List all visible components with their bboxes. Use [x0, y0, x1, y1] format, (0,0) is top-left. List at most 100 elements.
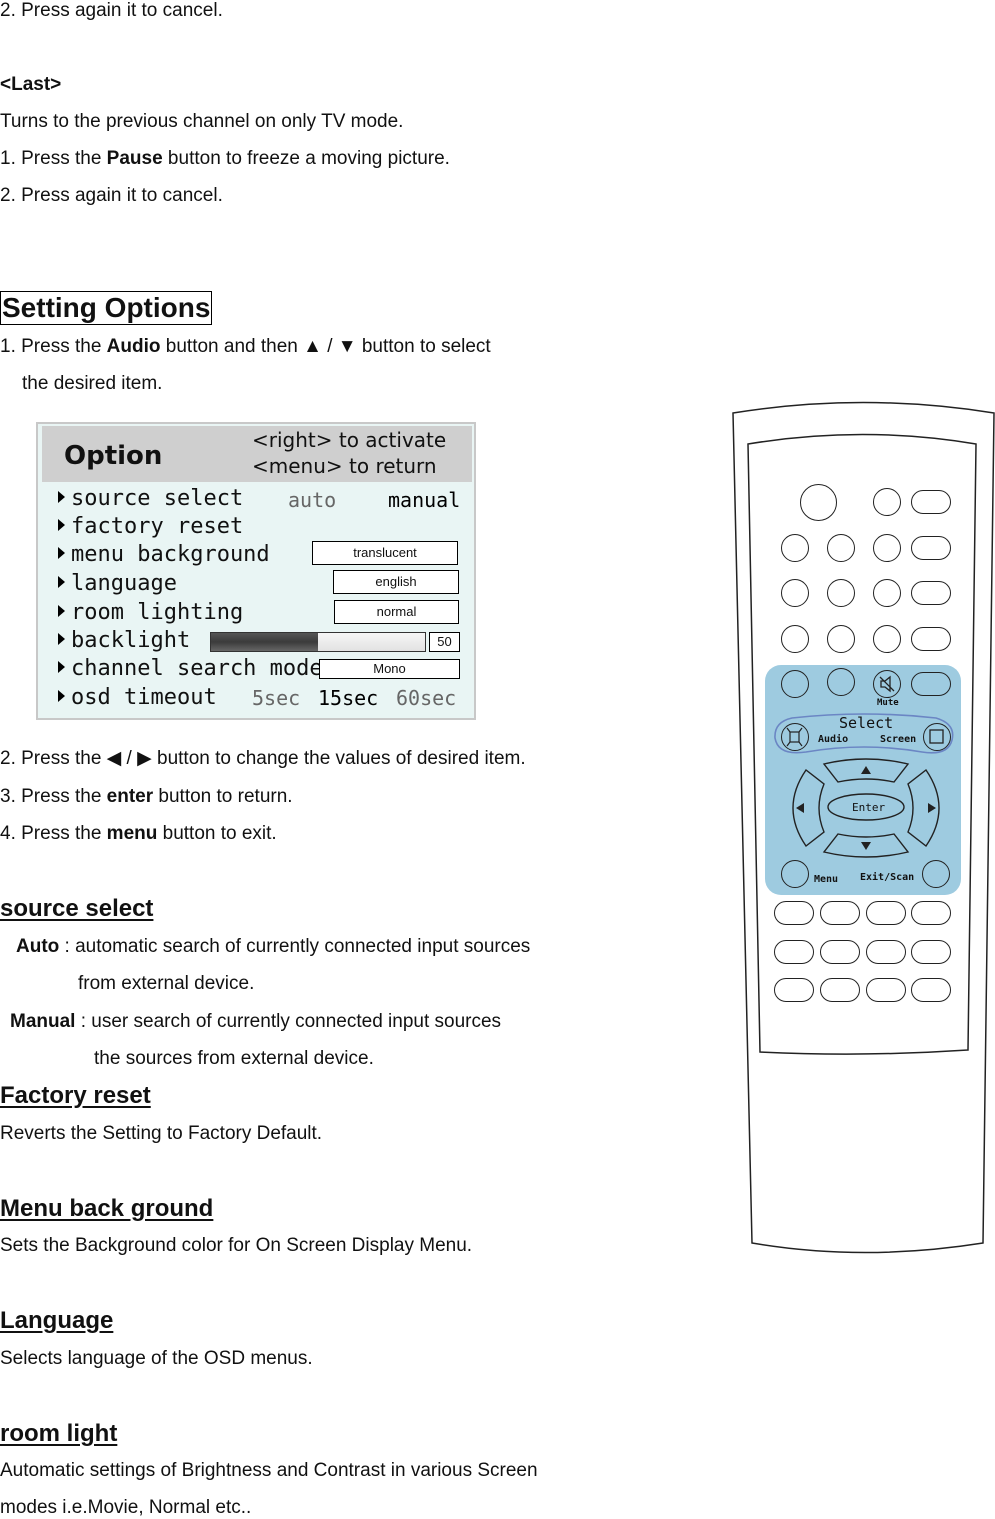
language-heading: Language: [0, 1307, 114, 1334]
remote-button[interactable]: [911, 627, 951, 651]
remote-button[interactable]: [781, 670, 809, 698]
osd-item-label: source select: [71, 486, 244, 511]
text: : user search of currently connected inp…: [75, 1011, 502, 1032]
arrow-right-icon: [58, 491, 65, 503]
osd-title: Option: [64, 441, 163, 471]
room-light-heading: room light: [0, 1420, 118, 1447]
step-1: 1. Press the Audio button and then ▲ / ▼…: [0, 336, 491, 358]
room-lighting-value[interactable]: normal: [334, 600, 459, 624]
remote-button[interactable]: [827, 534, 855, 562]
step-1-continued: the desired item.: [22, 373, 163, 394]
remote-button[interactable]: [911, 978, 951, 1002]
text: 4. Press the: [0, 823, 107, 844]
remote-button[interactable]: [774, 978, 814, 1002]
auto-description-cont: from external device.: [78, 973, 255, 994]
screen-button[interactable]: [923, 723, 951, 751]
remote-button[interactable]: [866, 901, 906, 925]
text: 1. Press the: [0, 336, 107, 357]
backlight-slider-fill: [211, 633, 318, 651]
text: button to freeze a moving picture.: [162, 148, 450, 169]
remote-button[interactable]: [911, 536, 951, 560]
remote-button[interactable]: [774, 901, 814, 925]
osd-item-room-lighting[interactable]: room lighting: [58, 600, 243, 626]
osd-option-auto[interactable]: auto: [288, 488, 336, 512]
up-arrow-icon: [861, 766, 871, 774]
osd-option-manual[interactable]: manual: [388, 488, 460, 512]
osd-option-15sec[interactable]: 15sec: [318, 686, 378, 710]
osd-option-60sec[interactable]: 60sec: [396, 686, 456, 710]
remote-button[interactable]: [781, 625, 809, 653]
factory-reset-description: Reverts the Setting to Factory Default.: [0, 1123, 323, 1144]
osd-header: Option <right> to activate <menu> to ret…: [42, 426, 472, 482]
power-button[interactable]: [800, 484, 837, 521]
manual-description: Manual : user search of currently connec…: [10, 1011, 501, 1033]
cancel-instruction-2: 2. Press again it to cancel.: [0, 185, 223, 206]
text: : automatic search of currently connecte…: [59, 936, 531, 957]
osd-item-menu-background[interactable]: menu background: [58, 542, 270, 568]
room-light-description-1: Automatic settings of Brightness and Con…: [0, 1460, 538, 1481]
setting-options-title: Setting Options: [0, 291, 213, 325]
osd-item-label: osd timeout: [71, 685, 217, 710]
remote-button[interactable]: [827, 668, 855, 696]
enter-keyword: enter: [106, 786, 154, 807]
remote-button[interactable]: [911, 581, 951, 605]
remote-button[interactable]: [873, 534, 901, 562]
osd-hint-activate: <right> to activate: [252, 428, 447, 452]
channel-search-value[interactable]: Mono: [319, 659, 460, 679]
osd-item-label: language: [71, 571, 177, 596]
remote-button[interactable]: [873, 625, 901, 653]
osd-item-language[interactable]: language: [58, 571, 177, 597]
last-heading: <Last>: [0, 74, 62, 95]
arrow-right-icon: [58, 605, 65, 617]
last-description: Turns to the previous channel on only TV…: [0, 111, 404, 132]
menu-button[interactable]: [781, 860, 809, 888]
menu-label: Menu: [814, 874, 839, 885]
osd-option-5sec[interactable]: 5sec: [252, 686, 300, 710]
backlight-slider[interactable]: [210, 632, 426, 652]
osd-item-backlight[interactable]: backlight: [58, 628, 190, 654]
remote-button[interactable]: [866, 978, 906, 1002]
audio-button[interactable]: [781, 723, 809, 751]
remote-button[interactable]: [873, 488, 901, 516]
osd-item-osd-timeout[interactable]: osd timeout: [58, 685, 217, 711]
remote-button[interactable]: [820, 901, 860, 925]
right-arrow-icon: [928, 803, 936, 813]
source-select-heading: source select: [0, 895, 154, 922]
osd-item-source-select[interactable]: source select: [58, 486, 243, 512]
screen-label: Screen: [880, 734, 917, 745]
remote-button[interactable]: [873, 579, 901, 607]
menu-background-value[interactable]: translucent: [312, 541, 458, 565]
step-3: 3. Press the enter button to return.: [0, 786, 293, 808]
speaker-icon: [786, 727, 803, 747]
remote-button[interactable]: [820, 940, 860, 964]
arrow-right-icon: [58, 519, 65, 531]
exit-scan-button[interactable]: [922, 860, 950, 888]
osd-item-channel-search-mode[interactable]: channel search mode: [58, 656, 323, 682]
remote-button[interactable]: [911, 940, 951, 964]
menu-background-heading: Menu back ground: [0, 1195, 214, 1222]
remote-button[interactable]: [781, 534, 809, 562]
osd-option-menu: Option <right> to activate <menu> to ret…: [36, 422, 476, 720]
mute-label: Mute: [877, 698, 899, 708]
remote-button[interactable]: [827, 625, 855, 653]
backlight-value: 50: [429, 632, 460, 652]
language-value[interactable]: english: [333, 570, 459, 594]
remote-button[interactable]: [911, 672, 951, 696]
arrow-right-icon: [58, 576, 65, 588]
remote-button[interactable]: [911, 490, 951, 514]
remote-button[interactable]: [820, 978, 860, 1002]
remote-button[interactable]: [781, 579, 809, 607]
osd-item-label: factory reset: [71, 514, 244, 539]
cancel-instruction: 2. Press again it to cancel.: [0, 0, 223, 21]
remote-button[interactable]: [911, 901, 951, 925]
arrow-right-icon: [58, 690, 65, 702]
manual-keyword: Manual: [10, 1011, 76, 1032]
remote-button[interactable]: [827, 579, 855, 607]
arrow-right-icon: [58, 661, 65, 673]
remote-button[interactable]: [774, 940, 814, 964]
remote-button[interactable]: [866, 940, 906, 964]
enter-label: Enter: [852, 801, 886, 814]
mute-button[interactable]: [873, 670, 901, 698]
osd-item-factory-reset[interactable]: factory reset: [58, 514, 243, 540]
language-description: Selects language of the OSD menus.: [0, 1348, 313, 1369]
